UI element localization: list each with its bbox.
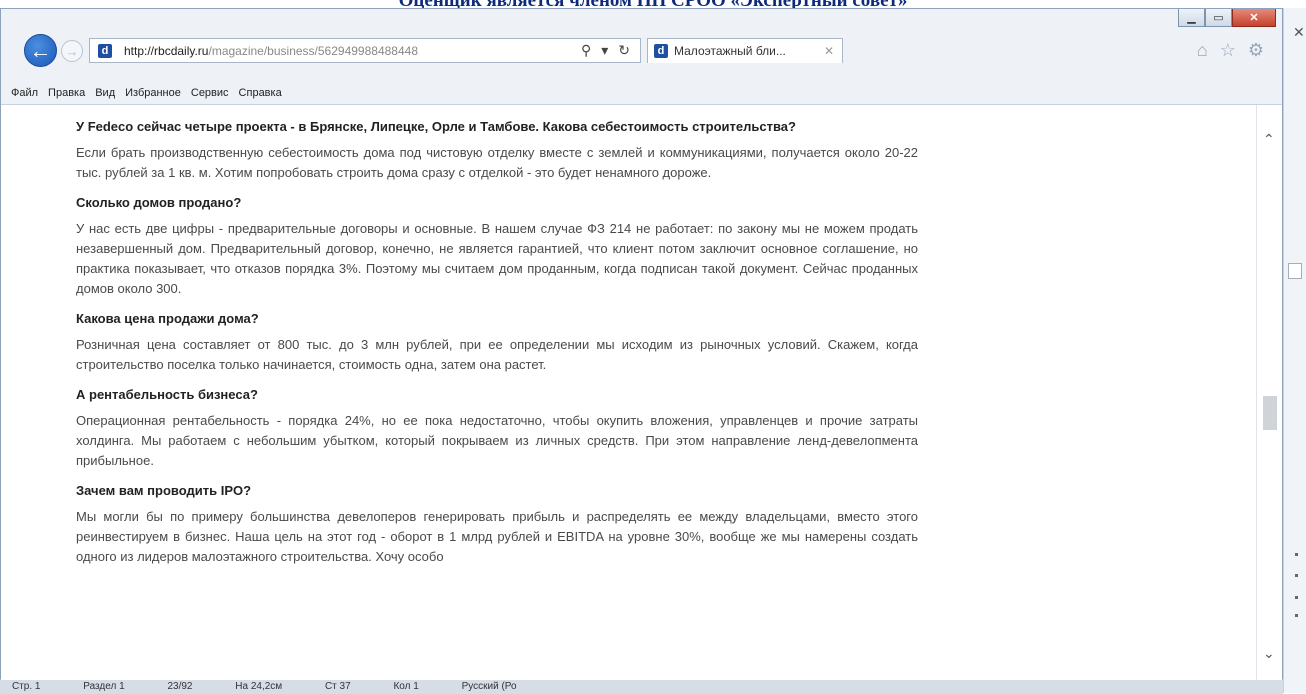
background-app-edge: ✕: [1283, 8, 1306, 693]
refresh-icon[interactable]: ↻: [618, 42, 630, 59]
gear-icon[interactable]: ⚙: [1248, 40, 1264, 61]
answer-paragraph: Розничная цена составляет от 800 тыс. до…: [76, 337, 918, 372]
menu-edit[interactable]: Правка: [48, 87, 85, 99]
status-language: Русский (Ро: [461, 681, 517, 692]
home-icon[interactable]: ⌂: [1197, 40, 1208, 61]
tab-favicon-icon: d: [654, 44, 668, 58]
question-heading: Зачем вам проводить IPO?: [76, 483, 252, 498]
dot-icon: [1295, 596, 1298, 599]
scroll-thumb[interactable]: [1263, 396, 1277, 430]
tab-close-icon[interactable]: ✕: [824, 44, 834, 58]
scroll-down-icon[interactable]: ⌄: [1263, 645, 1275, 662]
question-heading: У Fedeco сейчас четыре проекта - в Брянс…: [76, 119, 796, 134]
menu-bar: Файл Правка Вид Избранное Сервис Справка: [1, 83, 1282, 103]
menu-help[interactable]: Справка: [239, 87, 282, 99]
close-button[interactable]: ✕: [1232, 9, 1276, 27]
question-heading: Сколько домов продано?: [76, 195, 242, 210]
address-bar[interactable]: d http://rbcdaily.ru/magazine/business/5…: [89, 38, 641, 63]
dot-icon: [1295, 614, 1298, 617]
tab-active[interactable]: d Малоэтажный бли... ✕: [647, 38, 843, 63]
dropdown-icon[interactable]: ▾: [601, 42, 608, 59]
status-page-count: 23/92: [167, 681, 193, 692]
menu-file[interactable]: Файл: [11, 87, 38, 99]
answer-paragraph: Если брать производственную себестоимост…: [76, 145, 918, 180]
vertical-scrollbar[interactable]: ⌃ ⌄: [1256, 105, 1282, 680]
site-favicon-icon: d: [98, 43, 112, 58]
search-icon[interactable]: ⚲: [581, 42, 591, 59]
forward-button[interactable]: →: [61, 40, 83, 62]
dot-icon: [1295, 574, 1298, 577]
answer-paragraph: Мы могли бы по примеру большинства девел…: [76, 509, 918, 564]
scroll-box-icon: [1288, 263, 1302, 279]
window-controls: ▁ ▭ ✕: [1178, 9, 1276, 27]
close-icon: ✕: [1293, 24, 1305, 40]
maximize-button[interactable]: ▭: [1205, 9, 1232, 27]
url-text[interactable]: http://rbcdaily.ru/magazine/business/562…: [124, 44, 418, 58]
status-page: Стр. 1: [12, 681, 41, 692]
status-position: На 24,2см: [235, 681, 283, 692]
article-body: У Fedeco сейчас четыре проекта - в Брянс…: [76, 117, 918, 577]
tab-title: Малоэтажный бли...: [674, 44, 786, 58]
menu-favorites[interactable]: Избранное: [125, 87, 181, 99]
question-heading: А рентабельность бизнеса?: [76, 387, 258, 402]
background-status-bar: Стр. 1 Раздел 1 23/92 На 24,2см Ст 37 Ко…: [0, 679, 1283, 694]
minimize-button[interactable]: ▁: [1178, 9, 1205, 27]
status-column: Кол 1: [393, 681, 419, 692]
status-section: Раздел 1: [83, 681, 125, 692]
answer-paragraph: У нас есть две цифры - предварительные д…: [76, 221, 918, 296]
menu-tools[interactable]: Сервис: [191, 87, 229, 99]
browser-window: ▁ ▭ ✕ ← → d http://rbcdaily.ru/magazine/…: [0, 8, 1283, 680]
scroll-up-icon[interactable]: ⌃: [1263, 131, 1275, 148]
answer-paragraph: Операционная рентабельность - порядка 24…: [76, 413, 918, 468]
status-line: Ст 37: [324, 681, 351, 692]
navigation-bar: ← → d http://rbcdaily.ru/magazine/busine…: [1, 28, 1282, 67]
favorites-star-icon[interactable]: ☆: [1220, 40, 1236, 61]
page-content: У Fedeco сейчас четыре проекта - в Брянс…: [1, 104, 1282, 680]
question-heading: Какова цена продажи дома?: [76, 311, 259, 326]
menu-view[interactable]: Вид: [95, 87, 115, 99]
back-button[interactable]: ←: [24, 34, 57, 67]
dot-icon: [1295, 553, 1298, 556]
